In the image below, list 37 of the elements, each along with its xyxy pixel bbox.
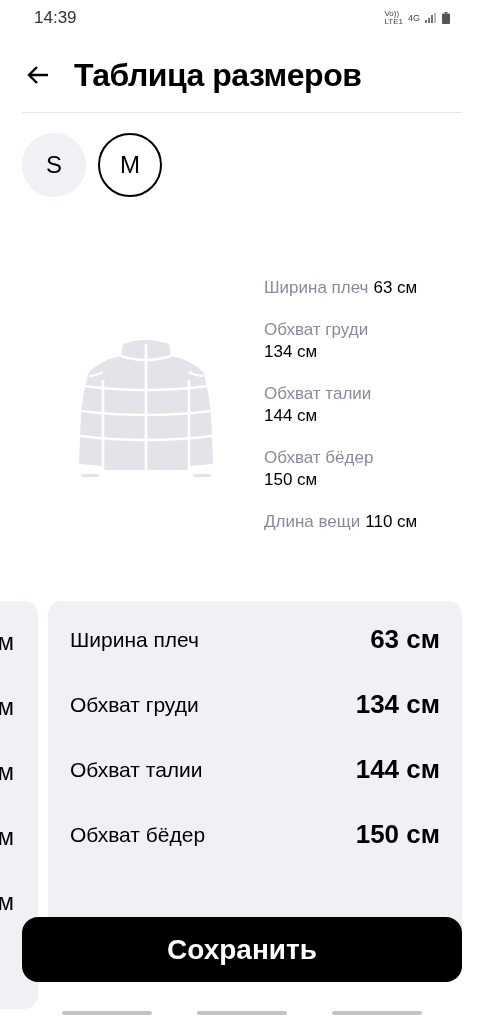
page-title: Таблица размеров [74,56,362,94]
measurement-value: 144 см [264,405,319,427]
measurement-value: м [0,759,14,784]
network-label: Vo)) [384,10,400,18]
nav-bar-handle[interactable] [197,1011,287,1015]
network-label: 4G [408,13,420,23]
measurement-label: Обхват бёдер [70,822,206,847]
measurement-label: Обхват талии [264,383,373,405]
size-chip[interactable]: S [22,133,86,197]
nav-bar-handle[interactable] [62,1011,152,1015]
measurement-label: Ширина плеч [70,627,200,652]
measurement-label: Длина вещи [264,511,361,533]
nav-bar-handle[interactable] [332,1011,422,1015]
measurement-value: м [0,629,14,654]
measurement-value: 63 см [373,277,418,299]
measurement-value: м [0,824,14,849]
measurement-value: 134 см [355,689,440,720]
measurement-value: 110 см [365,511,418,533]
back-arrow-icon[interactable] [26,65,50,85]
save-button[interactable]: Сохранить [22,917,462,982]
signal-icon [425,13,437,23]
measurement-label: Ширина плеч [264,277,369,299]
measurement-label: Обхват талии [70,757,203,782]
measurement-label: Обхват груди [70,692,199,717]
measurement-label: Обхват груди [264,319,370,341]
measurement-value: 150 см [355,819,440,850]
measurement-value: м [0,694,14,719]
measurement-value: 144 см [355,754,440,785]
measurement-value: 150 см [264,469,319,491]
status-time: 14:39 [34,8,77,28]
measurement-value: 134 см [264,341,319,363]
network-label: LTE1 [384,18,403,26]
measurement-label: Обхват бёдер [264,447,375,469]
battery-icon [442,12,450,24]
measurement-value: м [0,889,14,914]
measurement-value: 63 см [370,624,440,655]
size-chip[interactable]: M [98,133,162,197]
